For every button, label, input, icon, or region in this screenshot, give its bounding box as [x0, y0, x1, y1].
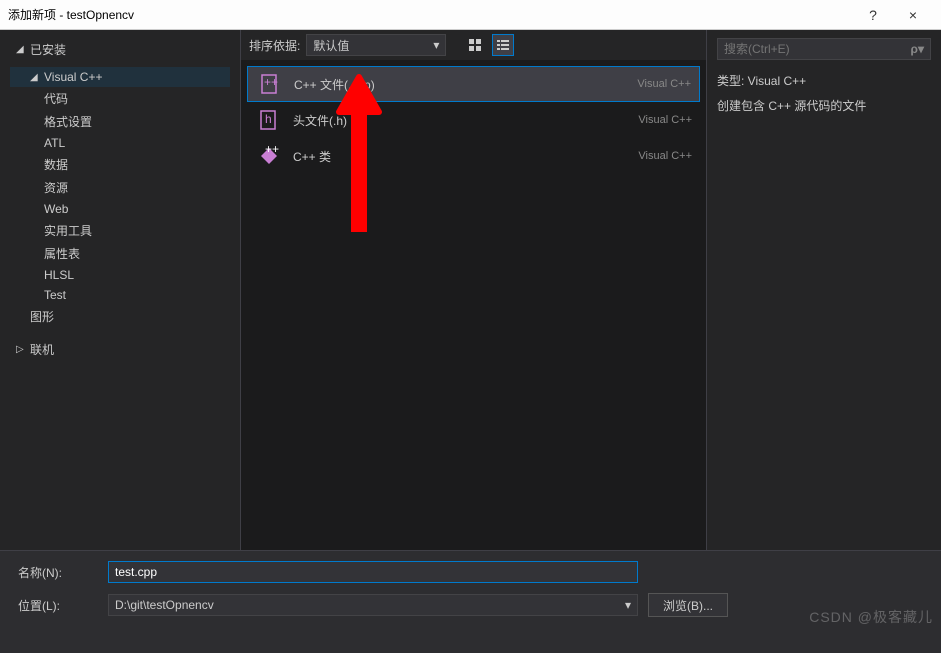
list-icon [496, 38, 510, 52]
detail-type: 类型: Visual C++ [717, 72, 931, 89]
name-input[interactable] [108, 561, 638, 583]
template-list: ++ C++ 文件(.cpp) Visual C++ h 头文件(.h) Vis… [241, 60, 706, 550]
location-row: 位置(L): D:\git\testOpnencv ▾ 浏览(B)... [18, 593, 923, 617]
tree-utility[interactable]: 实用工具 [10, 219, 230, 242]
tree-format[interactable]: 格式设置 [10, 110, 230, 133]
sidebar: ◢ 已安装 ◢ Visual C++ 代码 格式设置 ATL 数据 资源 Web… [0, 30, 240, 550]
svg-text:++: ++ [265, 144, 279, 156]
sort-label: 排序依据: [249, 37, 300, 54]
chevron-down-icon: ◢ [16, 44, 30, 55]
h-file-icon: h [255, 106, 283, 134]
tree-props[interactable]: 属性表 [10, 242, 230, 265]
tree-resource[interactable]: 资源 [10, 176, 230, 199]
tree-data[interactable]: 数据 [10, 153, 230, 176]
tree-atl[interactable]: ATL [10, 133, 230, 153]
tree-online[interactable]: ▷ 联机 [10, 338, 230, 361]
close-button[interactable]: × [893, 7, 933, 23]
location-value: D:\git\testOpnencv [115, 598, 214, 612]
template-cpp-class[interactable]: ++ C++ 类 Visual C++ [247, 138, 700, 174]
detail-panel: ρ▾ 类型: Visual C++ 创建包含 C++ 源代码的文件 [707, 30, 941, 550]
name-label: 名称(N): [18, 564, 98, 581]
search-box[interactable]: ρ▾ [717, 38, 931, 60]
tree-web[interactable]: Web [10, 199, 230, 219]
location-combo[interactable]: D:\git\testOpnencv ▾ [108, 594, 638, 616]
template-name: C++ 文件(.cpp) [294, 76, 637, 93]
titlebar: 添加新项 - testOpnencv ? × [0, 0, 941, 30]
help-button[interactable]: ? [853, 7, 893, 23]
template-name: C++ 类 [293, 148, 638, 165]
tree-test[interactable]: Test [10, 285, 230, 305]
tree-label: 联机 [30, 341, 54, 358]
window-title: 添加新项 - testOpnencv [8, 6, 853, 23]
chevron-down-icon: ◢ [30, 72, 44, 83]
sort-value: 默认值 [313, 37, 349, 54]
template-cpp-file[interactable]: ++ C++ 文件(.cpp) Visual C++ [247, 66, 700, 102]
svg-text:++: ++ [264, 75, 278, 89]
tree-visualcpp[interactable]: ◢ Visual C++ [10, 67, 230, 87]
toolbar: 排序依据: 默认值 ▾ [241, 30, 706, 60]
cpp-file-icon: ++ [256, 70, 284, 98]
template-category: Visual C++ [638, 150, 692, 162]
tree-label: Visual C++ [44, 70, 102, 84]
tree-label: 已安装 [30, 41, 66, 58]
template-category: Visual C++ [638, 114, 692, 126]
view-list-button[interactable] [492, 34, 514, 56]
main-panel: 排序依据: 默认值 ▾ ++ C++ 文件(.cpp) Visual C++ [240, 30, 707, 550]
tree-installed[interactable]: ◢ 已安装 [10, 38, 230, 61]
search-icon: ρ▾ [911, 42, 924, 56]
browse-button[interactable]: 浏览(B)... [648, 593, 728, 617]
tree-graphics[interactable]: 图形 [10, 305, 230, 328]
template-h-file[interactable]: h 头文件(.h) Visual C++ [247, 102, 700, 138]
tiles-icon [468, 38, 482, 52]
view-tiles-button[interactable] [464, 34, 486, 56]
chevron-down-icon: ▾ [433, 38, 439, 52]
content: ◢ 已安装 ◢ Visual C++ 代码 格式设置 ATL 数据 资源 Web… [0, 30, 941, 550]
location-label: 位置(L): [18, 597, 98, 614]
search-input[interactable] [724, 42, 911, 56]
template-name: 头文件(.h) [293, 112, 638, 129]
template-category: Visual C++ [637, 78, 691, 90]
svg-text:h: h [265, 112, 272, 126]
chevron-down-icon: ▾ [625, 598, 631, 612]
detail-desc: 创建包含 C++ 源代码的文件 [717, 97, 931, 114]
cpp-class-icon: ++ [255, 142, 283, 170]
tree-hlsl[interactable]: HLSL [10, 265, 230, 285]
tree-code[interactable]: 代码 [10, 87, 230, 110]
chevron-right-icon: ▷ [16, 344, 30, 355]
bottom-panel: 名称(N): 位置(L): D:\git\testOpnencv ▾ 浏览(B)… [0, 550, 941, 637]
sort-dropdown[interactable]: 默认值 ▾ [306, 34, 446, 56]
name-row: 名称(N): [18, 561, 923, 583]
